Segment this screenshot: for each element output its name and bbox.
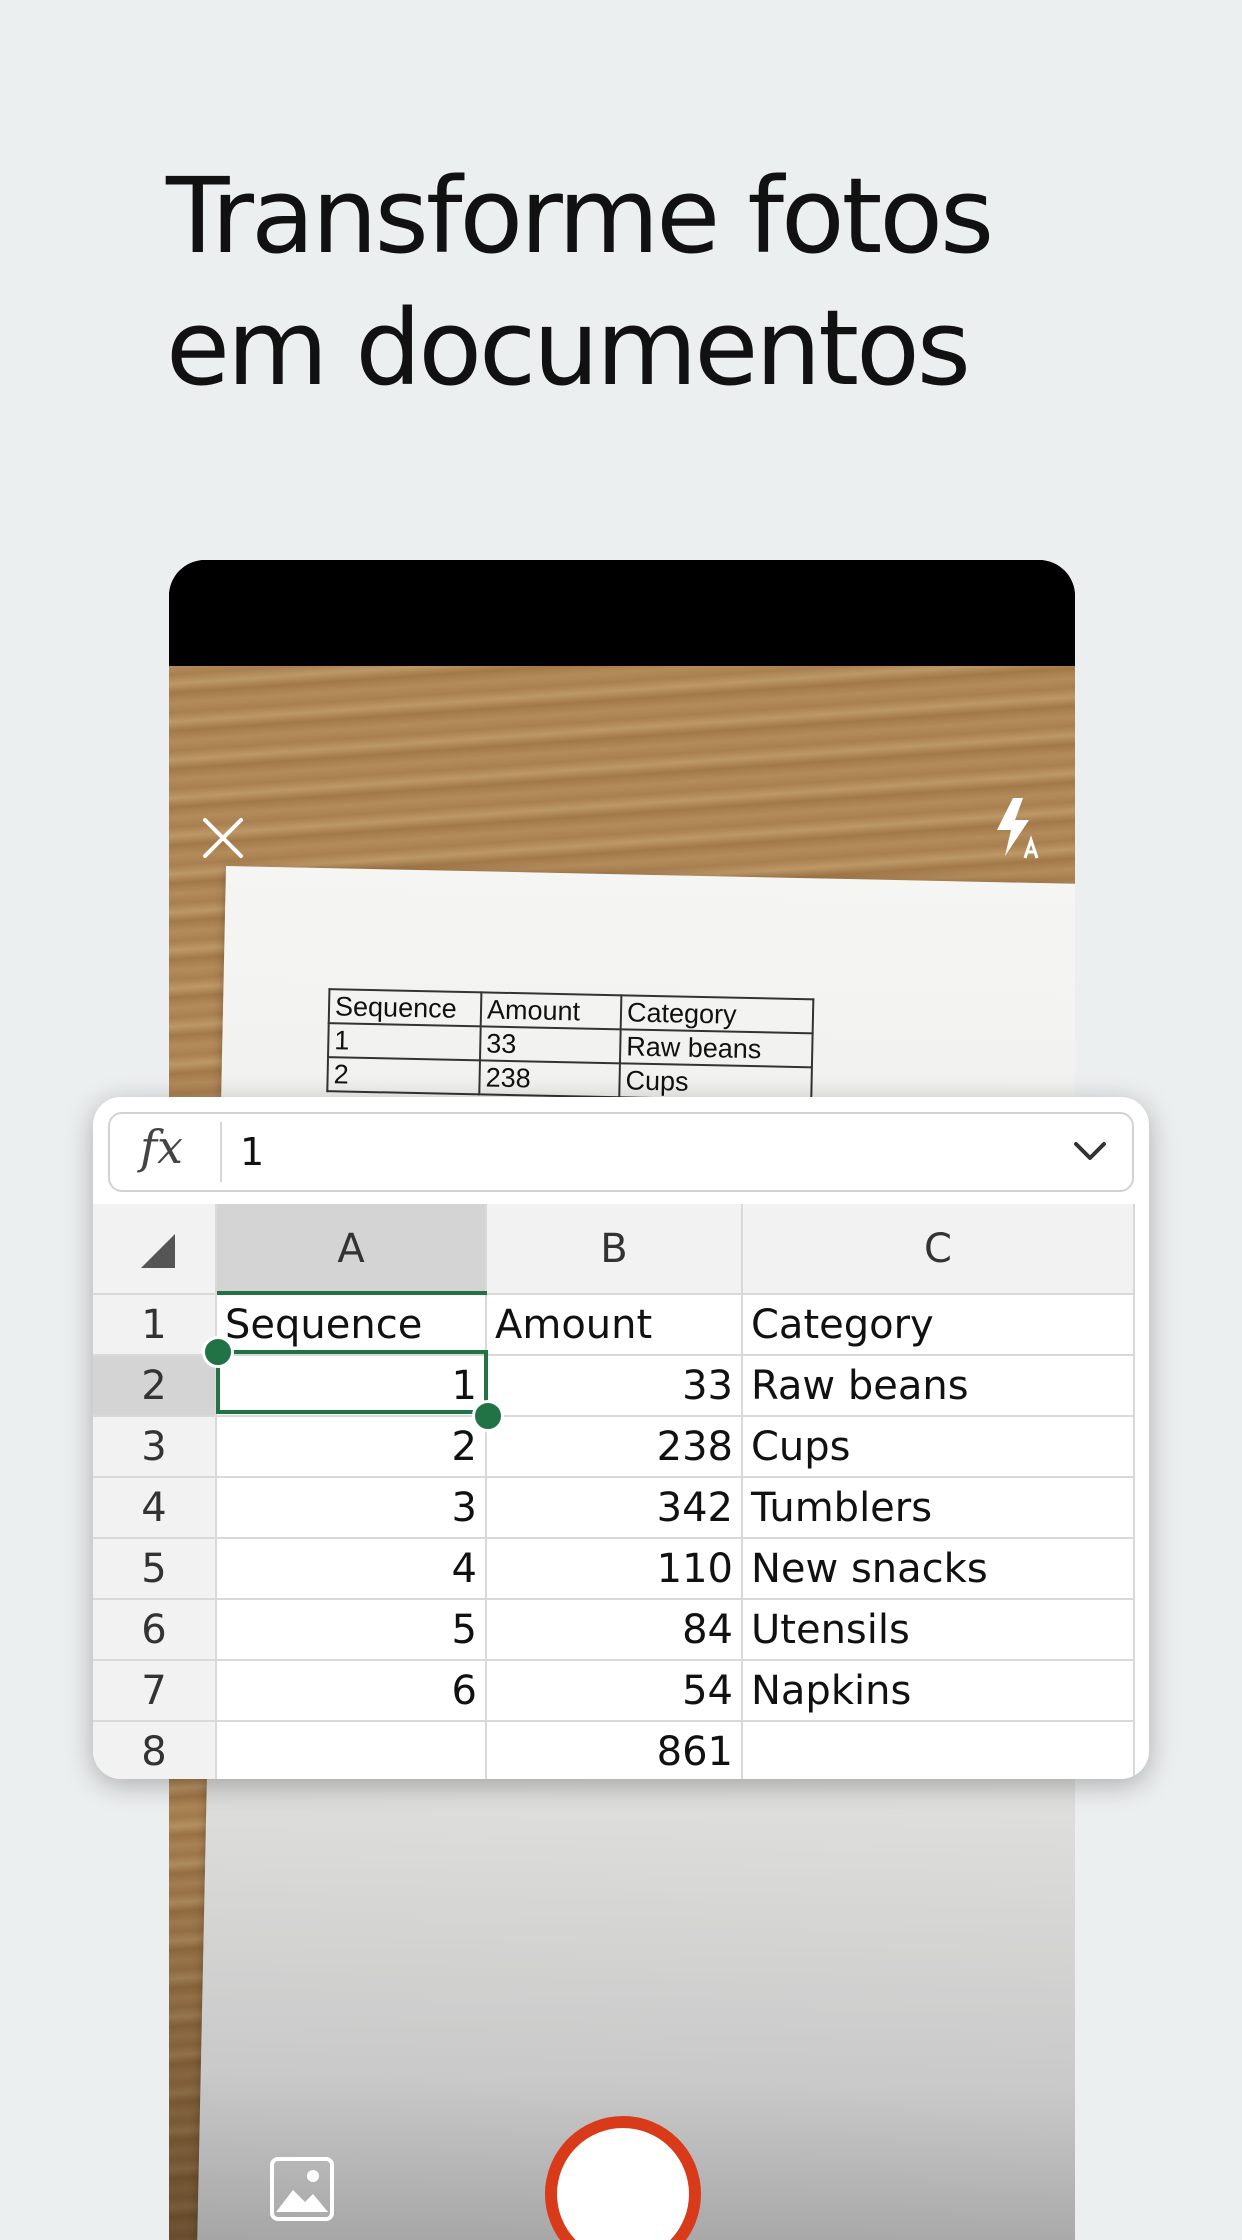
cell-b2[interactable]: 33 — [487, 1356, 743, 1417]
table-row: 1 Sequence Amount Category — [93, 1295, 1149, 1356]
column-header-row: A B C — [93, 1204, 1149, 1295]
cell-a3[interactable]: 2 — [217, 1417, 487, 1478]
row-header[interactable]: 6 — [93, 1600, 217, 1661]
row-header[interactable]: 4 — [93, 1478, 217, 1539]
cell-b7[interactable]: 54 — [487, 1661, 743, 1722]
table-row: 2 1 33 Raw beans — [93, 1356, 1149, 1417]
cell-a8[interactable] — [217, 1722, 487, 1779]
cell-b3[interactable]: 238 — [487, 1417, 743, 1478]
table-row: 4 3 342 Tumblers — [93, 1478, 1149, 1539]
cell-c8[interactable] — [743, 1722, 1135, 1779]
paper-cell: Raw beans — [619, 1029, 813, 1068]
table-row: 6 5 84 Utensils — [93, 1600, 1149, 1661]
cell-c2[interactable]: Raw beans — [743, 1356, 1135, 1417]
cell-c7[interactable]: Napkins — [743, 1661, 1135, 1722]
select-all-corner[interactable] — [93, 1204, 217, 1295]
row-header[interactable]: 1 — [93, 1295, 217, 1356]
cell-a7[interactable]: 6 — [217, 1661, 487, 1722]
cell-c1[interactable]: Category — [743, 1295, 1135, 1356]
paper-cell: Sequence — [328, 989, 482, 1027]
formula-divider — [220, 1122, 222, 1182]
fx-icon: fx — [140, 1120, 183, 1174]
formula-bar: fx — [108, 1112, 1134, 1192]
cell-a6[interactable]: 5 — [217, 1600, 487, 1661]
chevron-down-icon — [1074, 1142, 1106, 1160]
paper-cell: 2 — [327, 1057, 480, 1095]
row-header[interactable]: 5 — [93, 1539, 217, 1600]
cell-c6[interactable]: Utensils — [743, 1600, 1135, 1661]
paper-cell: Cups — [619, 1063, 812, 1102]
cell-b8[interactable]: 861 — [487, 1722, 743, 1779]
gallery-icon — [270, 2157, 334, 2221]
cell-b6[interactable]: 84 — [487, 1600, 743, 1661]
paper-cell: 1 — [328, 1023, 481, 1061]
selection-handle-bottom-right[interactable] — [472, 1400, 504, 1432]
table-row: 7 6 54 Napkins — [93, 1661, 1149, 1722]
cell-c5[interactable]: New snacks — [743, 1539, 1135, 1600]
table-row: 3 2 238 Cups — [93, 1417, 1149, 1478]
selection-handle-top-left[interactable] — [202, 1336, 234, 1368]
gallery-button[interactable] — [269, 2156, 335, 2222]
table-row: 5 4 110 New snacks — [93, 1539, 1149, 1600]
column-header-c[interactable]: C — [743, 1204, 1135, 1295]
spreadsheet-card: fx A B C 1 Sequence Amount Category 2 — [93, 1097, 1149, 1779]
cell-c4[interactable]: Tumblers — [743, 1478, 1135, 1539]
close-icon — [203, 818, 243, 858]
column-header-b[interactable]: B — [487, 1204, 743, 1295]
cell-a1[interactable]: Sequence — [217, 1295, 487, 1356]
row-header[interactable]: 7 — [93, 1661, 217, 1722]
headline-line-1: Transforme fotos — [166, 155, 994, 277]
headline: Transforme fotos em documentos — [166, 150, 994, 414]
close-button[interactable] — [189, 804, 257, 872]
cell-a5[interactable]: 4 — [217, 1539, 487, 1600]
cell-c3[interactable]: Cups — [743, 1417, 1135, 1478]
expand-formula-button[interactable] — [1070, 1134, 1110, 1170]
status-bar — [169, 560, 1075, 666]
headline-line-2: em documentos — [166, 287, 971, 409]
row-header[interactable]: 8 — [93, 1722, 217, 1779]
row-header[interactable]: 3 — [93, 1417, 217, 1478]
cell-b1[interactable]: Amount — [487, 1295, 743, 1356]
cell-a4[interactable]: 3 — [217, 1478, 487, 1539]
paper-cell: 238 — [479, 1060, 620, 1098]
select-all-icon — [141, 1234, 175, 1268]
paper-cell: 33 — [479, 1026, 621, 1064]
paper-cell: Amount — [480, 992, 622, 1030]
cell-b5[interactable]: 110 — [487, 1539, 743, 1600]
column-header-a[interactable]: A — [217, 1204, 487, 1295]
row-header[interactable]: 2 — [93, 1356, 217, 1417]
flash-auto-button[interactable] — [991, 796, 1047, 862]
paper-cell: Category — [620, 995, 814, 1034]
table-row: 8 861 — [93, 1722, 1149, 1779]
formula-input[interactable] — [240, 1124, 1020, 1180]
cell-a2[interactable]: 1 — [217, 1356, 487, 1417]
cell-b4[interactable]: 342 — [487, 1478, 743, 1539]
paper-table: Sequence Amount Category 1 33 Raw beans … — [326, 988, 814, 1102]
flash-auto-icon — [997, 798, 1039, 859]
